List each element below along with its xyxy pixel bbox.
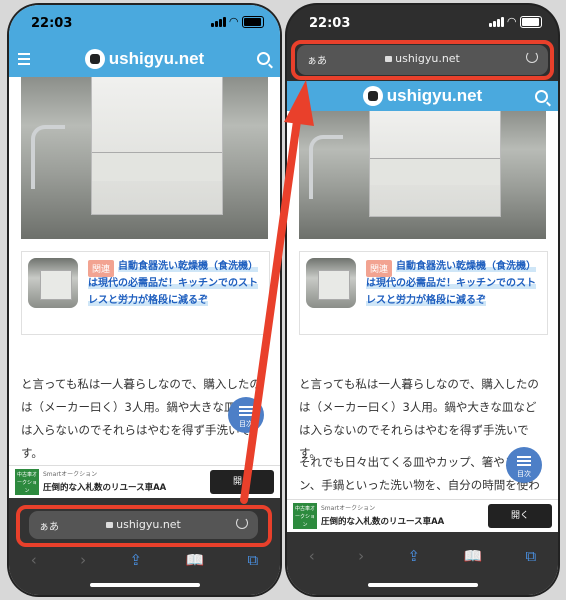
search-icon[interactable] [535, 90, 548, 103]
site-logo[interactable]: ushigyu.net [84, 49, 205, 69]
related-thumbnail [306, 258, 356, 308]
bookmarks-icon[interactable]: 📖 [185, 551, 204, 569]
back-icon[interactable]: ‹ [31, 551, 37, 569]
ad-logo: 中古車オークション [15, 469, 39, 495]
faucet-shape [31, 125, 65, 189]
wifi-icon: ◠ [229, 15, 238, 28]
faucet-shape [309, 135, 343, 199]
article-photo [21, 77, 268, 239]
battery-icon [242, 15, 264, 28]
dishwasher-shape [91, 77, 223, 215]
ad-main-text: 圧倒的な入札数のリユース車AA [321, 517, 445, 527]
battery-icon [520, 15, 542, 28]
ad-open-button[interactable]: 開く [210, 470, 274, 494]
ad-banner[interactable]: 中古車オークション Smartオークション 圧倒的な入札数のリユース車AA 開く [9, 465, 280, 498]
toc-label: 目次 [239, 420, 253, 428]
list-icon [239, 406, 253, 418]
toc-button[interactable]: 目次 [228, 397, 264, 433]
search-icon[interactable] [257, 52, 270, 65]
status-time: 22:03 [309, 16, 351, 31]
tabs-icon[interactable]: ⧉ [526, 547, 537, 565]
safari-toolbar: ‹ › ⇪ 📖 ⧉ [9, 543, 280, 577]
ad-logo: 中古車オークション [293, 503, 317, 529]
forward-icon[interactable]: › [80, 551, 86, 569]
status-time: 22:03 [31, 16, 73, 31]
forward-icon[interactable]: › [358, 547, 364, 565]
share-icon[interactable]: ⇪ [129, 551, 142, 569]
menu-icon[interactable] [18, 53, 30, 68]
ad-banner[interactable]: 中古車オークション Smartオークション 圧倒的な入札数のリユース車AA 開く [287, 499, 558, 532]
phone-after: 22:03 ◠ ぁあ ushigyu.net ushigyu.net 関連 自動… [287, 5, 558, 595]
highlight-box-bottom [16, 505, 272, 547]
site-header: ushigyu.net [287, 81, 558, 111]
back-icon[interactable]: ‹ [309, 547, 315, 565]
status-icons: ◠ [488, 15, 542, 28]
cow-logo-icon [84, 49, 105, 69]
site-logo-text: ushigyu.net [108, 49, 205, 68]
signal-icon [488, 16, 504, 27]
related-title[interactable]: 自動食器洗い乾燥機（食洗機）は現代の必需品だ！キッチンでのストレスと労力が格段に… [88, 258, 263, 309]
share-icon[interactable]: ⇪ [407, 547, 420, 565]
bookmarks-icon[interactable]: 📖 [463, 547, 482, 565]
related-article-card[interactable]: 関連 自動食器洗い乾燥機（食洗機）は現代の必需品だ！キッチンでのストレスと労力が… [21, 251, 270, 335]
status-bar: 22:03 ◠ [9, 5, 280, 41]
home-indicator [89, 583, 200, 587]
site-logo-text: ushigyu.net [386, 86, 483, 105]
related-article-card[interactable]: 関連 自動食器洗い乾燥機（食洗機）は現代の必需品だ！キッチンでのストレスと労力が… [299, 251, 548, 335]
signal-icon [210, 16, 226, 27]
site-header: ushigyu.net [9, 41, 280, 77]
site-logo[interactable]: ushigyu.net [362, 86, 483, 106]
home-indicator [367, 583, 478, 587]
dishwasher-shape [369, 111, 501, 217]
ad-main-text: 圧倒的な入札数のリユース車AA [43, 483, 167, 493]
phone-before: 22:03 ◠ ushigyu.net 関連 自動食器洗い乾燥機（食洗機）は現代… [9, 5, 280, 595]
toc-label: 目次 [517, 470, 531, 478]
status-bar: 22:03 ◠ [287, 5, 558, 41]
article-photo [299, 111, 546, 239]
related-title[interactable]: 自動食器洗い乾燥機（食洗機）は現代の必需品だ！キッチンでのストレスと労力が格段に… [366, 258, 541, 309]
tabs-icon[interactable]: ⧉ [248, 551, 259, 569]
related-thumbnail [28, 258, 78, 308]
status-icons: ◠ [210, 15, 264, 28]
ad-small-text: Smartオークション [43, 471, 98, 478]
cow-logo-icon [362, 86, 383, 106]
ad-small-text: Smartオークション [321, 505, 376, 512]
list-icon [517, 456, 531, 468]
toc-button[interactable]: 目次 [506, 447, 542, 483]
safari-toolbar: ‹ › ⇪ 📖 ⧉ [287, 539, 558, 573]
highlight-box-top [291, 40, 554, 80]
ad-open-button[interactable]: 開く [488, 504, 552, 528]
wifi-icon: ◠ [507, 15, 516, 28]
